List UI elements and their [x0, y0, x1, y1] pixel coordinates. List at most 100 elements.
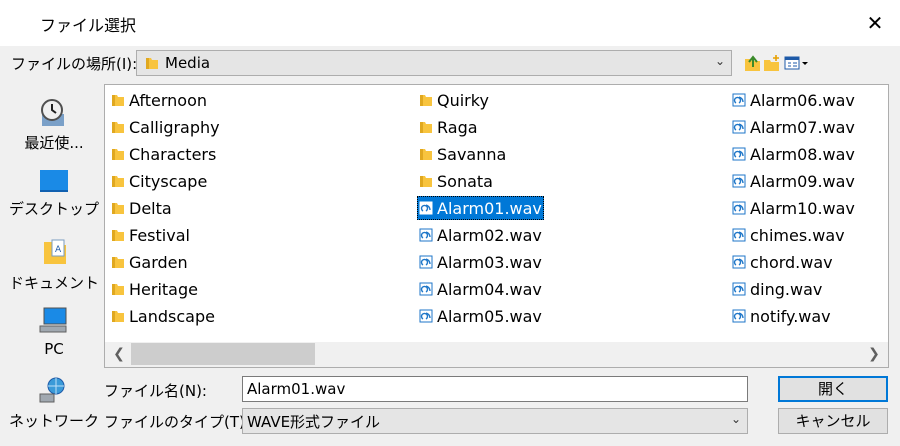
- file-name: Alarm02.wav: [437, 225, 542, 245]
- filename-label: ファイル名(N):: [104, 382, 207, 400]
- scrollbar-thumb[interactable]: [131, 343, 315, 365]
- file-item[interactable]: Calligraphy: [109, 115, 222, 139]
- file-item[interactable]: Quirky: [417, 88, 491, 112]
- filetype-value: WAVE形式ファイル: [247, 412, 381, 431]
- filename-input[interactable]: [242, 376, 748, 402]
- close-icon: ✕: [866, 11, 884, 35]
- file-item[interactable]: Alarm04.wav: [417, 277, 544, 301]
- file-item[interactable]: notify.wav: [730, 304, 833, 328]
- file-name: Alarm05.wav: [437, 306, 542, 326]
- place-label: ドキュメント: [8, 274, 99, 292]
- lookin-label: ファイルの場所(I):: [11, 55, 138, 73]
- file-item[interactable]: ding.wav: [730, 277, 824, 301]
- file-name: Raga: [437, 117, 478, 137]
- new-folder-icon[interactable]: [762, 54, 782, 72]
- scroll-left-button[interactable]: ❮: [109, 344, 129, 364]
- file-item[interactable]: Alarm09.wav: [730, 169, 857, 193]
- folder-icon: [420, 149, 432, 160]
- file-item[interactable]: Alarm01.wav: [417, 196, 544, 220]
- file-item[interactable]: Festival: [109, 223, 192, 247]
- cancel-button[interactable]: キャンセル: [778, 408, 888, 434]
- audio-file-icon: [732, 201, 746, 215]
- folder-icon: [420, 176, 432, 187]
- file-item[interactable]: Afternoon: [109, 88, 209, 112]
- file-name: Alarm10.wav: [750, 198, 855, 218]
- network-icon: [39, 377, 65, 403]
- folder-icon: [112, 230, 124, 241]
- place-label: PC: [44, 340, 64, 358]
- file-item[interactable]: Alarm02.wav: [417, 223, 544, 247]
- desktop-icon: [40, 170, 68, 192]
- place-recent[interactable]: 最近使...: [8, 98, 100, 153]
- file-name: chord.wav: [750, 252, 833, 272]
- file-item[interactable]: Savanna: [417, 142, 508, 166]
- file-item[interactable]: Alarm10.wav: [730, 196, 857, 220]
- file-name: Alarm01.wav: [437, 198, 542, 218]
- audio-file-icon: [419, 228, 433, 242]
- file-item[interactable]: Alarm05.wav: [417, 304, 544, 328]
- places-bar: 最近使... デスクトップ A ドキュメント PC ネットワーク: [8, 86, 100, 442]
- file-item[interactable]: Delta: [109, 196, 174, 220]
- open-button[interactable]: 開く: [778, 376, 888, 402]
- file-name: Sonata: [437, 171, 493, 191]
- audio-file-icon: [419, 309, 433, 323]
- scroll-right-button[interactable]: ❯: [864, 344, 884, 364]
- folder-icon: [112, 95, 124, 106]
- file-item[interactable]: Cityscape: [109, 169, 209, 193]
- recent-icon: [41, 99, 64, 126]
- file-name: Alarm06.wav: [750, 90, 855, 110]
- file-name: Landscape: [129, 306, 215, 326]
- folder-icon: [112, 284, 124, 295]
- file-name: Alarm09.wav: [750, 171, 855, 191]
- file-name: Alarm08.wav: [750, 144, 855, 164]
- dialog-title: ファイル選択: [40, 16, 137, 35]
- svg-text:A: A: [55, 245, 62, 255]
- file-item[interactable]: Alarm06.wav: [730, 88, 857, 112]
- horizontal-scrollbar[interactable]: ❮ ❯: [104, 342, 889, 368]
- file-item[interactable]: Raga: [417, 115, 480, 139]
- file-name: ding.wav: [750, 279, 823, 299]
- lookin-combo[interactable]: Media ⌄: [136, 50, 732, 76]
- file-name: Alarm07.wav: [750, 117, 855, 137]
- file-item[interactable]: Alarm03.wav: [417, 250, 544, 274]
- file-name: Savanna: [437, 144, 507, 164]
- file-item[interactable]: Alarm07.wav: [730, 115, 857, 139]
- filetype-select[interactable]: WAVE形式ファイル ⌄: [242, 408, 748, 434]
- file-item[interactable]: Heritage: [109, 277, 200, 301]
- title-bar: ファイル選択 ✕: [0, 0, 900, 46]
- file-item[interactable]: Alarm08.wav: [730, 142, 857, 166]
- folder-icon: [420, 95, 432, 106]
- up-folder-icon[interactable]: [743, 54, 763, 72]
- place-label: 最近使...: [24, 134, 84, 152]
- folder-icon: [112, 203, 124, 214]
- file-item[interactable]: Sonata: [417, 169, 495, 193]
- chevron-down-icon: ⌄: [714, 54, 725, 68]
- file-item[interactable]: Garden: [109, 250, 190, 274]
- file-name: Delta: [129, 198, 172, 218]
- place-pc[interactable]: PC: [8, 306, 100, 358]
- file-name: Alarm04.wav: [437, 279, 542, 299]
- place-desktop[interactable]: デスクトップ: [8, 168, 100, 219]
- file-name: Cityscape: [129, 171, 208, 191]
- folder-icon: [112, 176, 124, 187]
- place-documents[interactable]: A ドキュメント: [8, 236, 100, 293]
- file-item[interactable]: Landscape: [109, 304, 217, 328]
- file-item[interactable]: chimes.wav: [730, 223, 847, 247]
- file-item[interactable]: Characters: [109, 142, 218, 166]
- chevron-down-icon: ⌄: [730, 412, 741, 426]
- view-menu-icon[interactable]: [784, 54, 810, 72]
- audio-file-icon: [419, 201, 433, 215]
- filetype-label: ファイルのタイプ(T):: [104, 413, 250, 431]
- pc-icon: [39, 307, 67, 333]
- folder-icon: [420, 122, 432, 133]
- place-network[interactable]: ネットワーク: [8, 376, 100, 431]
- folder-icon: [112, 149, 124, 160]
- file-name: Garden: [129, 252, 188, 272]
- folder-icon: [146, 58, 158, 69]
- file-name: Calligraphy: [129, 117, 220, 137]
- close-button[interactable]: ✕: [850, 0, 900, 46]
- audio-file-icon: [732, 309, 746, 323]
- file-item[interactable]: chord.wav: [730, 250, 835, 274]
- file-list[interactable]: Afternoon Calligraphy Characters Cityscape D…: [104, 84, 889, 368]
- audio-file-icon: [419, 255, 433, 269]
